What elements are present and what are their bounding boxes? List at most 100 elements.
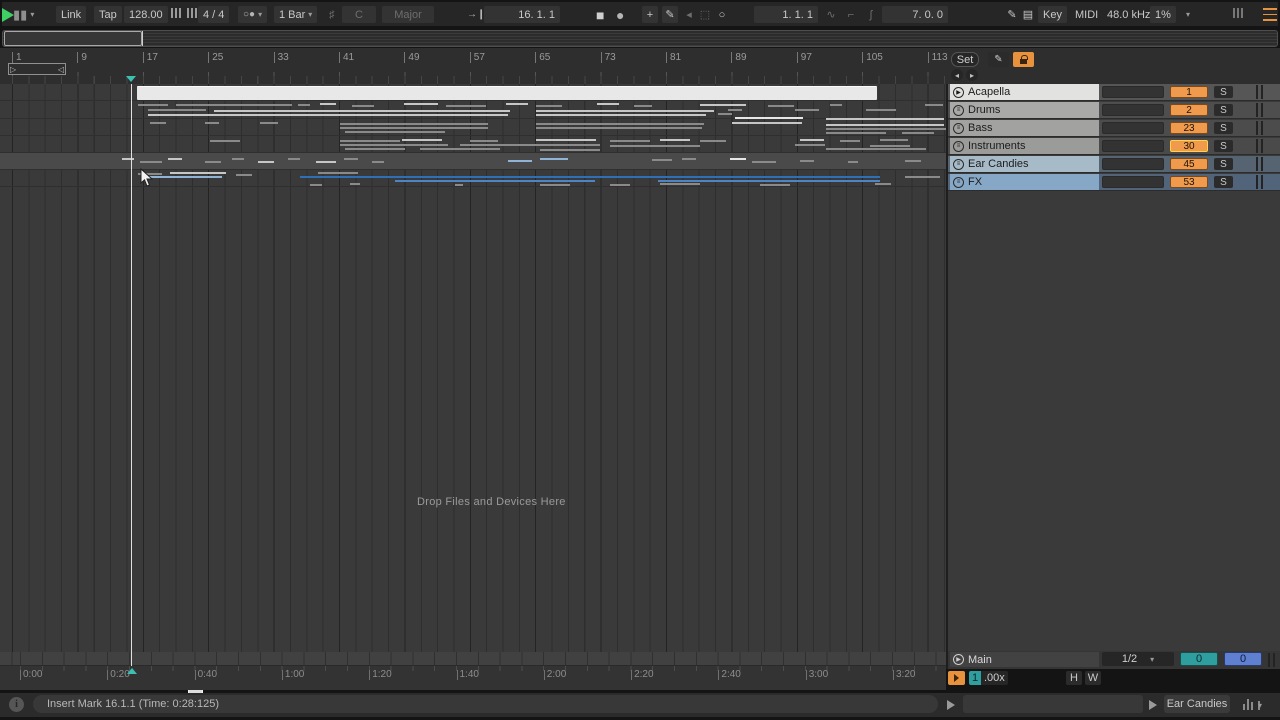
status-track-label[interactable]: Ear Candies	[1164, 695, 1230, 713]
track-name[interactable]: ≡FX	[950, 174, 1099, 190]
track-row-ear-candies[interactable]: ≡Ear Candies 45 S	[948, 156, 1280, 173]
track-io-display[interactable]	[1102, 140, 1164, 152]
track-input-channel[interactable]: 45	[1170, 158, 1208, 170]
track-solo-button[interactable]: S	[1214, 158, 1233, 170]
automation-arm-button[interactable]: ✎	[662, 6, 678, 23]
overview-viewport-box[interactable]	[4, 31, 142, 46]
track-name[interactable]: ▶Acapella	[950, 84, 1099, 100]
loop-start-field[interactable]: 1. 1. 1	[754, 6, 818, 23]
main-pan-field[interactable]: 0	[1180, 652, 1218, 666]
link-button[interactable]: Link	[56, 6, 86, 23]
track-io-display[interactable]	[1102, 158, 1164, 170]
loop-button[interactable]: ○	[714, 6, 730, 23]
key-scale-field[interactable]: Major	[382, 6, 434, 23]
key-signature-icon[interactable]: ♯	[324, 6, 340, 23]
track-row-fx[interactable]: ≡FX 53 S	[948, 174, 1280, 191]
beat-time-ruler[interactable]: 191725334149576573818997105113	[0, 48, 946, 84]
track-menu-icon[interactable]: ≡	[953, 159, 964, 170]
next-locator-button[interactable]: ▸	[966, 69, 978, 81]
quantize-menu[interactable]: 1 Bar▾	[274, 6, 317, 23]
track-input-channel[interactable]: 30	[1170, 140, 1208, 152]
track-input-channel[interactable]: 53	[1170, 176, 1208, 188]
midi-map-button[interactable]: MIDI	[1070, 6, 1103, 23]
arrangement-position-field[interactable]: 16. 1. 1	[484, 6, 560, 23]
track-name[interactable]: ≡Instruments	[950, 138, 1099, 154]
track-row-drums[interactable]: ≡Drums 2S	[948, 102, 1280, 119]
tempo-multiplier-field[interactable]: 1 .00x	[969, 671, 1008, 685]
reenable-automation-icon[interactable]: ◂	[682, 6, 696, 23]
stop-button[interactable]: ■	[591, 6, 609, 23]
lane-acapella[interactable]	[0, 84, 946, 101]
track-solo-button[interactable]: S	[1214, 104, 1233, 116]
track-menu-icon[interactable]: ≡	[953, 177, 964, 188]
overdub-button[interactable]: +	[642, 6, 658, 23]
track-row-instruments[interactable]: ≡Instruments 30 S	[948, 138, 1280, 155]
play-button[interactable]	[2, 8, 14, 22]
track-menu-icon[interactable]: ≡	[953, 141, 964, 152]
time-signature-field[interactable]: 4 / 4	[198, 6, 229, 23]
unfold-track-icon[interactable]: ▶	[953, 87, 964, 98]
insert-marker-bottom-icon[interactable]	[127, 668, 137, 674]
track-io-display[interactable]	[1102, 122, 1164, 134]
track-io-display[interactable]	[1102, 86, 1164, 98]
record-button[interactable]: ●	[611, 6, 629, 23]
set-locator-button[interactable]: Set	[951, 52, 979, 67]
main-ratio-menu[interactable]: 1/2▾	[1102, 652, 1174, 666]
track-solo-button[interactable]: S	[1214, 122, 1233, 134]
punch-out-icon[interactable]: ʃ	[864, 6, 878, 23]
hamburger-menu-icon[interactable]	[1258, 6, 1280, 23]
main-volume-field[interactable]: 0	[1224, 652, 1262, 666]
main-track-name[interactable]: ▶ Main	[950, 652, 1099, 667]
track-input-channel[interactable]: 2	[1170, 104, 1208, 116]
loop-length-field[interactable]: 7. 0. 0	[882, 6, 948, 23]
status-track-play-icon[interactable]	[1149, 700, 1157, 710]
clip-segment	[344, 158, 358, 160]
info-icon[interactable]: i	[9, 697, 24, 712]
track-menu-icon[interactable]: ≡	[953, 123, 964, 134]
track-input-channel[interactable]: 1	[1170, 86, 1208, 98]
track-row-bass[interactable]: ≡Bass 23 S	[948, 120, 1280, 137]
track-input-channel[interactable]: 23	[1170, 122, 1208, 134]
status-empty-field[interactable]	[963, 695, 1143, 713]
automation-curve-icon[interactable]: ∿	[824, 6, 838, 23]
punch-in-icon[interactable]: ⌐	[844, 6, 858, 23]
track-solo-button[interactable]: S	[1214, 86, 1233, 98]
main-track-row[interactable]: ▶ Main 1/2▾ 0 0	[946, 651, 1280, 669]
acapella-clip[interactable]	[137, 86, 877, 100]
computer-midi-keyboard-icon[interactable]: ▤	[1020, 6, 1036, 23]
status-play-icon[interactable]	[947, 700, 955, 710]
lock-envelopes-button[interactable]	[1013, 52, 1034, 67]
insert-marker-top-icon[interactable]	[126, 76, 136, 82]
track-height-button[interactable]: H	[1066, 671, 1082, 685]
level-meter-icon[interactable]: ▾	[1243, 699, 1260, 710]
groove-pool-icon[interactable]: ○●▾	[238, 6, 267, 23]
scrub-area[interactable]	[0, 652, 946, 666]
clip-segment	[826, 128, 946, 130]
track-name[interactable]: ≡Drums	[950, 102, 1099, 118]
track-name[interactable]: ≡Bass	[950, 120, 1099, 136]
capture-midi-icon[interactable]: ⬚	[698, 6, 712, 23]
cpu-dropdown-icon[interactable]: ▾	[1178, 6, 1195, 23]
time-ruler[interactable]: 0:000:200:401:001:201:402:002:202:403:00…	[0, 666, 946, 690]
arrangement-overview[interactable]	[2, 30, 1278, 47]
tempo-field[interactable]: 128.00	[124, 6, 168, 23]
track-row-acapella[interactable]: ▶Acapella 1S	[948, 84, 1280, 101]
draw-mode-icon[interactable]: ✎	[1004, 6, 1020, 23]
track-name[interactable]: ≡Ear Candies	[950, 156, 1099, 172]
unfold-main-icon[interactable]: ▶	[953, 654, 964, 665]
cpu-load-field[interactable]: 1%	[1150, 6, 1176, 23]
clip-segment	[652, 159, 672, 161]
key-map-button[interactable]: Key	[1038, 6, 1067, 23]
prev-locator-button[interactable]: ◂	[951, 69, 963, 81]
marker-pen-button[interactable]: ✎	[988, 52, 1009, 67]
track-solo-button[interactable]: S	[1214, 176, 1233, 188]
track-width-button[interactable]: W	[1085, 671, 1101, 685]
key-root-field[interactable]: C	[342, 6, 376, 23]
track-menu-icon[interactable]: ≡	[953, 105, 964, 116]
track-solo-button[interactable]: S	[1214, 140, 1233, 152]
preview-volume-icon[interactable]	[948, 671, 965, 685]
track-io-display[interactable]	[1102, 104, 1164, 116]
tap-tempo-button[interactable]: Tap	[94, 6, 122, 23]
track-io-display[interactable]	[1102, 176, 1164, 188]
loop-brace[interactable]: ▷◁	[8, 63, 66, 75]
